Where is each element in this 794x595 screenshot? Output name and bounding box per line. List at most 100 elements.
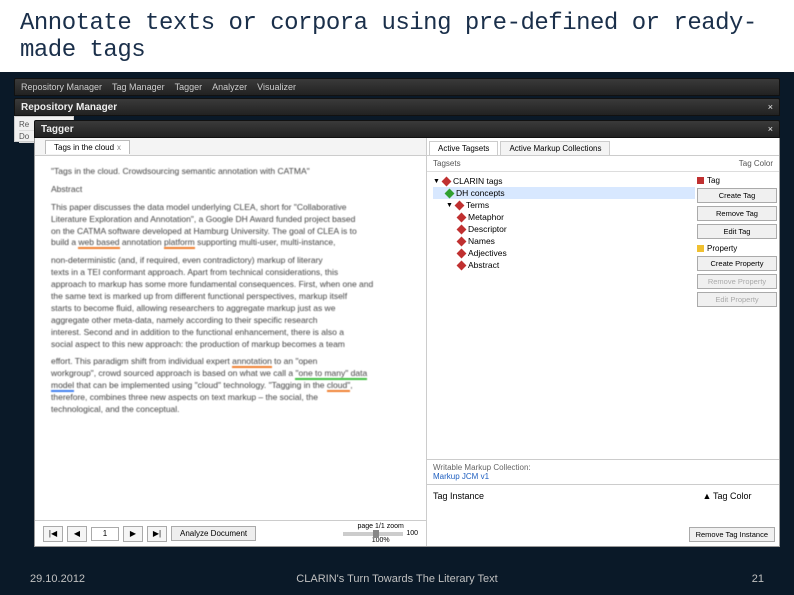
slide-title: Annotate texts or corpora using pre-defi… [0,0,794,72]
close-icon[interactable]: × [768,102,773,112]
t: texts in a TEI conformant approach. Apar… [51,267,338,277]
t: technological, and the conceptual. [51,404,180,414]
close-icon[interactable]: x [117,143,121,152]
prev-page-button[interactable]: ◀ [67,526,87,542]
tree-label: Abstract [468,260,499,270]
repository-manager-bar: Repository Manager × [14,98,780,116]
label: Property [707,244,737,253]
square-icon [697,177,704,184]
sort-icon[interactable]: ▲ [701,491,713,501]
tag-group-label: Tag [697,176,777,185]
tagset-header: Tagsets Tag Color [427,156,779,172]
tab-active-markup[interactable]: Active Markup Collections [500,141,610,155]
doc-tabs: Tags in the cloud x [35,138,426,156]
annotated[interactable]: model [51,380,74,392]
t: supporting multi-user, multi-instance, [195,237,336,247]
tab-active-tagsets[interactable]: Active Tagsets [429,141,498,155]
doc-tab[interactable]: Tags in the cloud x [45,140,130,154]
right-tabs: Active Tagsets Active Markup Collections [427,138,779,156]
writable-collection: Writable Markup Collection: Markup JCM v… [427,459,779,484]
diamond-icon [454,200,464,210]
t: the same text is marked up from differen… [51,291,347,301]
menu-visualizer[interactable]: Visualizer [257,82,296,92]
annotated[interactable]: web based [78,237,119,249]
annotated[interactable]: cloud" [327,380,350,392]
writable-label: Writable Markup Collection: [433,463,531,472]
tree-label: Descriptor [468,224,507,234]
t: build a [51,237,78,247]
instance-panel: Tag Instance ▲ Tag Color Remove Tag Inst… [427,484,779,546]
menu-tag-manager[interactable]: Tag Manager [112,82,165,92]
tree-label: Names [468,236,495,246]
t: This paper discusses the data model unde… [51,202,346,212]
col-tag-instance: Tag Instance [433,491,701,501]
doc-footer: |◀ ◀ ▶ ▶| Analyze Document page 1/1 zoom… [35,520,426,546]
doc-line: Abstract [51,184,410,196]
t: , [350,380,352,390]
remove-property-button[interactable]: Remove Property [697,274,777,289]
caret-down-icon[interactable]: ▼ [433,178,440,185]
diamond-icon [457,212,467,222]
diamond-icon [441,176,451,186]
annotated[interactable]: annotation [232,356,272,368]
tree-panel: ▼CLARIN tags DH concepts ▼Terms Metaphor… [427,172,779,459]
remove-tag-button[interactable]: Remove Tag [697,206,777,221]
label: Tag [707,176,720,185]
footer-date: 29.10.2012 [30,573,85,585]
edit-tag-button[interactable]: Edit Tag [697,224,777,239]
tree-label: Adjectives [468,248,507,258]
doc-para: non-deterministic (and, if required, eve… [51,255,410,350]
repo-title: Repository Manager [21,102,117,113]
t: aggregate other meta-data, namely accord… [51,315,317,325]
tree-label: DH concepts [456,188,505,198]
property-group-label: Property [697,244,777,253]
t: social aspect to this new approach: the … [51,339,345,349]
t: therefore, combines three new aspects on… [51,392,318,402]
page-input[interactable] [91,527,119,541]
remove-tag-instance-button[interactable]: Remove Tag Instance [689,527,775,542]
tagger-bar: Tagger × [34,120,780,138]
next-page-button[interactable]: ▶ [123,526,143,542]
annotated[interactable]: platform [164,237,195,249]
diamond-icon [445,188,455,198]
tagset-pane: Active Tagsets Active Markup Collections… [427,138,779,546]
doc-tab-label: Tags in the cloud [54,143,114,152]
t: on the CATMA software developed at Hambu… [51,226,357,236]
tree-label: Metaphor [468,212,504,222]
document-pane: Tags in the cloud x "Tags in the cloud. … [35,138,427,546]
writable-value: Markup JCM v1 [433,472,489,481]
analyze-button[interactable]: Analyze Document [171,526,256,541]
zoom-slider[interactable] [343,532,403,536]
annotated[interactable]: "one to many" data [295,368,367,380]
footer-page-number: 21 [752,573,764,585]
create-tag-button[interactable]: Create Tag [697,188,777,203]
t: interest. Second and in addition to the … [51,327,344,337]
edit-property-button[interactable]: Edit Property [697,292,777,307]
create-property-button[interactable]: Create Property [697,256,777,271]
document-text[interactable]: "Tags in the cloud. Crowdsourcing semant… [35,156,426,520]
menu-analyzer[interactable]: Analyzer [212,82,247,92]
t: workgroup", crowd sourced approach is ba… [51,368,295,378]
square-icon [697,245,704,252]
top-menu-bar: Repository Manager Tag Manager Tagger An… [14,78,780,96]
zoom-control: page 1/1 zoom 100 100% [343,523,418,544]
tree-label: Terms [466,200,489,210]
menu-tagger[interactable]: Tagger [175,82,203,92]
close-icon[interactable]: × [768,124,773,134]
caret-down-icon[interactable]: ▼ [446,202,453,209]
t: approach to markup has some more fundame… [51,279,373,289]
last-page-button[interactable]: ▶| [147,526,167,542]
tagger-body: Tags in the cloud x "Tags in the cloud. … [34,138,780,547]
menu-repository[interactable]: Repository Manager [21,82,102,92]
page-info: page 1/1 zoom [358,523,404,530]
diamond-icon [457,236,467,246]
zoom-value: 100% [372,537,390,544]
app-screenshot: Repository Manager Tag Manager Tagger An… [14,78,780,547]
col-tag-color: Tag Color [723,159,773,168]
first-page-button[interactable]: |◀ [43,526,63,542]
t: to an "open [272,356,318,366]
doc-para: This paper discusses the data model unde… [51,202,410,250]
diamond-icon [457,260,467,270]
footer-title: CLARIN's Turn Towards The Literary Text [296,573,497,585]
t: that can be implemented using "cloud" te… [74,380,327,390]
